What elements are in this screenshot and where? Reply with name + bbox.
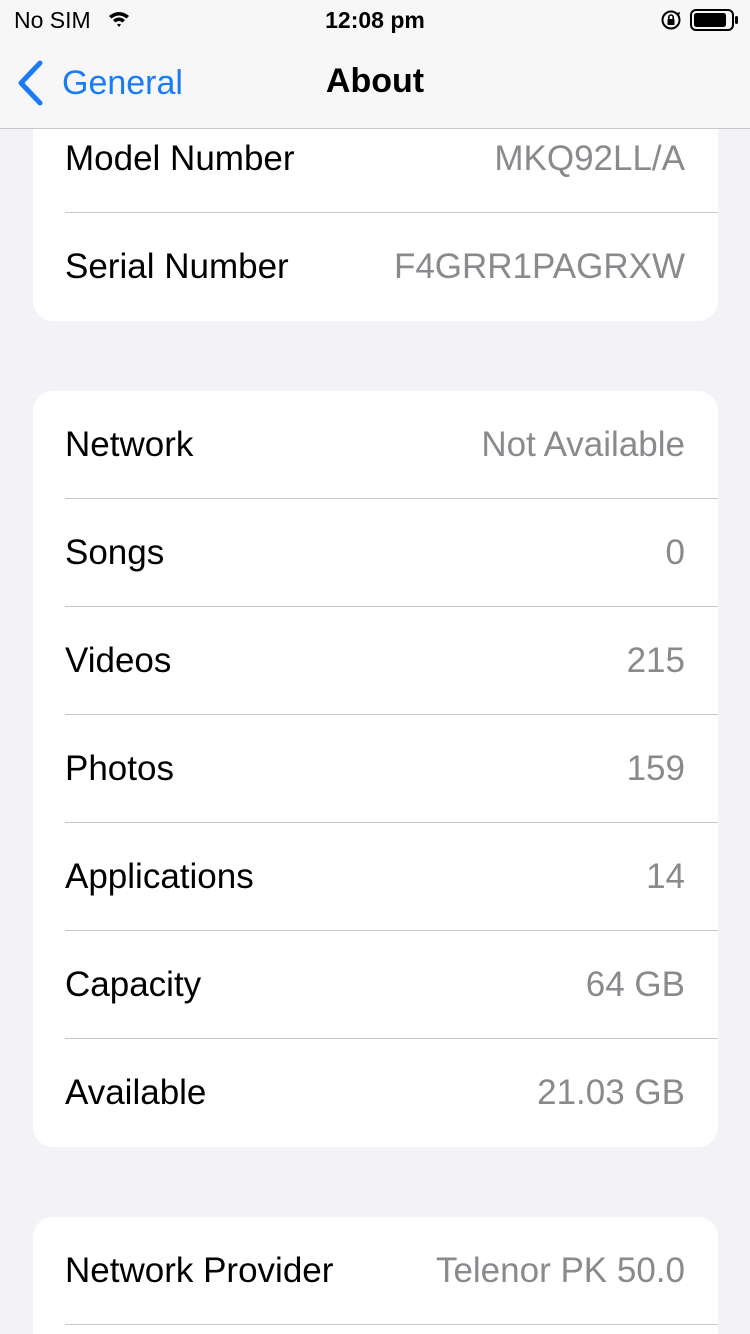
row-value: MKQ92LL/A xyxy=(494,139,685,178)
row-label: Network Provider xyxy=(65,1251,334,1290)
row-applications[interactable]: Applications 14 xyxy=(33,823,718,931)
row-value: 215 xyxy=(626,641,685,680)
row-label: Available xyxy=(65,1073,207,1112)
row-serial-number[interactable]: Serial Number F4GRR1PAGRXW xyxy=(33,213,718,321)
row-network-provider[interactable]: Network Provider Telenor PK 50.0 xyxy=(33,1217,718,1325)
row-value: Not Available xyxy=(481,425,685,464)
row-songs[interactable]: Songs 0 xyxy=(33,499,718,607)
row-label: Network xyxy=(65,425,194,464)
carrier-group: Network Provider Telenor PK 50.0 xyxy=(33,1217,718,1334)
about-list[interactable]: Model Number MKQ92LL/A Serial Number F4G… xyxy=(0,129,750,1334)
row-value: F4GRR1PAGRXW xyxy=(393,247,685,286)
page-title: About xyxy=(325,62,425,100)
row-separator xyxy=(65,1324,718,1325)
row-available[interactable]: Available 21.03 GB xyxy=(33,1039,718,1147)
status-bar: No SIM 12:08 pm xyxy=(0,0,750,40)
row-label: Videos xyxy=(65,641,172,680)
row-label: Model Number xyxy=(65,139,295,178)
row-label: Photos xyxy=(65,749,174,788)
row-value: 0 xyxy=(665,533,685,572)
row-value: 64 GB xyxy=(585,965,685,1004)
battery-icon xyxy=(690,9,738,31)
row-value: Telenor PK 50.0 xyxy=(435,1251,685,1290)
row-label: Serial Number xyxy=(65,247,289,286)
row-value: 159 xyxy=(626,749,685,788)
device-info-group: Model Number MKQ92LL/A Serial Number F4G… xyxy=(33,129,718,321)
row-label: Capacity xyxy=(65,965,202,1004)
navigation-bar: General About xyxy=(0,40,750,129)
row-capacity[interactable]: Capacity 64 GB xyxy=(33,931,718,1039)
status-time: 12:08 pm xyxy=(325,7,425,33)
row-photos[interactable]: Photos 159 xyxy=(33,715,718,823)
row-label: Songs xyxy=(65,533,165,572)
row-videos[interactable]: Videos 215 xyxy=(33,607,718,715)
row-model-number[interactable]: Model Number MKQ92LL/A xyxy=(33,129,718,213)
row-network[interactable]: Network Not Available xyxy=(33,391,718,499)
row-value: 14 xyxy=(646,857,685,896)
orientation-lock-icon xyxy=(661,10,681,30)
row-label: Applications xyxy=(65,857,254,896)
usage-group: Network Not Available Songs 0 Videos 215… xyxy=(33,391,718,1147)
row-value: 21.03 GB xyxy=(537,1073,685,1112)
